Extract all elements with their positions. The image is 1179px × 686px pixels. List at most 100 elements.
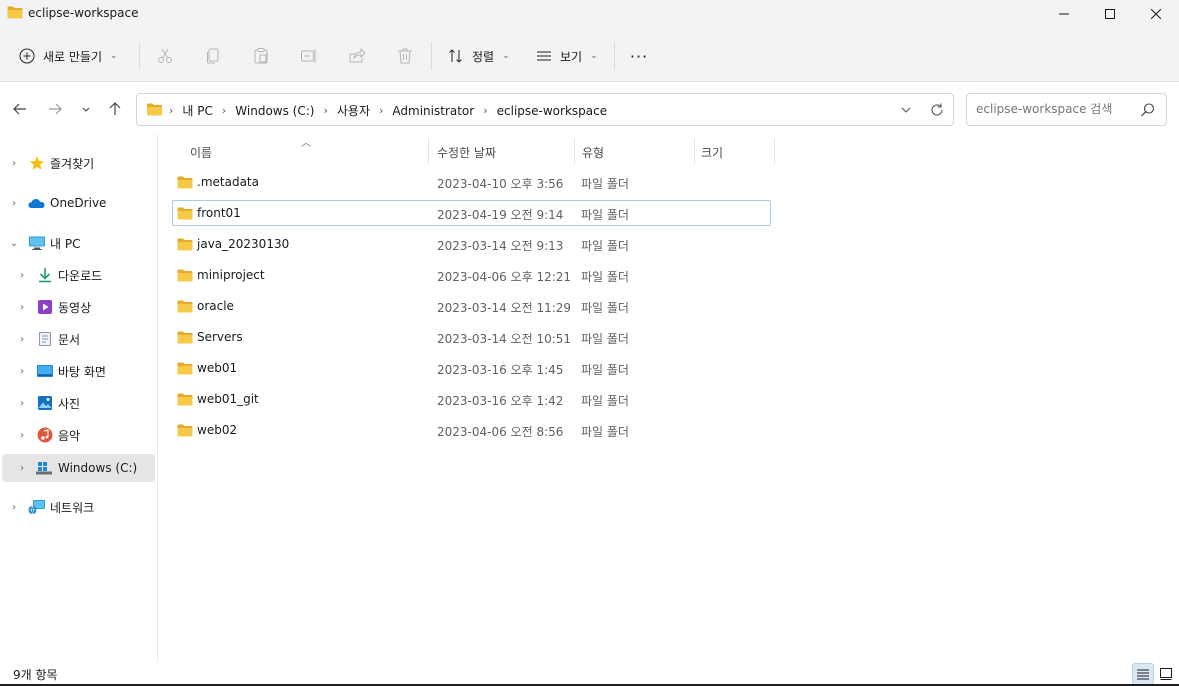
sidebar-item-videos[interactable]: › 동영상 bbox=[2, 293, 155, 321]
breadcrumb-item[interactable]: Administrator bbox=[392, 104, 474, 118]
chevron-right-icon[interactable]: › bbox=[16, 397, 28, 409]
close-icon bbox=[1151, 9, 1161, 19]
chevron-right-icon[interactable]: › bbox=[16, 333, 28, 345]
chevron-right-icon[interactable]: › bbox=[8, 501, 20, 513]
forward-button[interactable] bbox=[43, 96, 67, 122]
column-divider[interactable] bbox=[694, 138, 695, 164]
file-date: 2023-03-14 오전 10:51 bbox=[437, 332, 572, 346]
list-view-icon bbox=[537, 51, 551, 61]
chevron-right-icon[interactable]: › bbox=[16, 462, 28, 474]
file-row[interactable]: Servers 2023-03-14 오전 10:51 파일 폴더 bbox=[172, 324, 771, 350]
folder-icon bbox=[146, 103, 163, 116]
column-header-type[interactable]: 유형 bbox=[582, 140, 692, 164]
sort-button[interactable]: 정렬 ⌄ bbox=[442, 42, 516, 70]
search-input[interactable] bbox=[976, 102, 1136, 116]
sidebar-item-network[interactable]: › 네트워크 bbox=[2, 493, 155, 521]
column-divider[interactable] bbox=[774, 138, 775, 164]
view-button[interactable]: 보기 ⌄ bbox=[530, 42, 604, 70]
recent-locations-button[interactable] bbox=[74, 96, 98, 122]
chevron-right-icon[interactable]: › bbox=[8, 197, 20, 209]
toolbar-divider bbox=[614, 42, 615, 70]
breadcrumb-item[interactable]: 사용자 bbox=[337, 102, 370, 119]
more-options-button[interactable]: ··· bbox=[624, 42, 654, 70]
more-icon: ··· bbox=[629, 46, 649, 66]
cut-button[interactable] bbox=[154, 45, 176, 67]
sidebar-item-onedrive[interactable]: › OneDrive bbox=[2, 189, 155, 217]
sidebar-item-desktop[interactable]: › 바탕 화면 bbox=[2, 357, 155, 385]
file-type: 파일 폴더 bbox=[581, 177, 629, 191]
sidebar-item-favorites[interactable]: › 즐겨찾기 bbox=[2, 149, 155, 177]
sidebar-item-documents[interactable]: › 문서 bbox=[2, 325, 155, 353]
sidebar-item-label: 문서 bbox=[58, 332, 81, 347]
file-date: 2023-04-10 오후 3:56 bbox=[437, 177, 564, 191]
file-row[interactable]: java_20230130 2023-03-14 오전 9:13 파일 폴더 bbox=[172, 231, 771, 257]
search-box[interactable] bbox=[966, 93, 1167, 126]
file-row[interactable]: miniproject 2023-04-06 오후 12:21 파일 폴더 bbox=[172, 262, 771, 288]
file-row[interactable]: front01 2023-04-19 오전 9:14 파일 폴더 bbox=[172, 200, 771, 226]
chevron-right-icon[interactable]: › bbox=[16, 365, 28, 377]
delete-button[interactable] bbox=[394, 45, 416, 67]
sort-icon bbox=[449, 49, 462, 63]
minimize-icon bbox=[1059, 13, 1069, 15]
trash-icon bbox=[398, 48, 412, 64]
sidebar-item-this-pc[interactable]: ⌄ 내 PC bbox=[2, 229, 155, 257]
chevron-right-icon[interactable]: › bbox=[8, 157, 20, 169]
view-button-label: 보기 bbox=[560, 49, 583, 64]
chevron-down-icon bbox=[901, 107, 911, 113]
sidebar-item-music[interactable]: › 음악 bbox=[2, 421, 155, 449]
copy-button[interactable] bbox=[202, 45, 224, 67]
file-name: front01 bbox=[197, 206, 241, 220]
folder-icon bbox=[177, 331, 193, 344]
file-row[interactable]: web01 2023-03-16 오후 1:45 파일 폴더 bbox=[172, 355, 771, 381]
new-button-label: 새로 만들기 bbox=[43, 49, 103, 64]
refresh-button[interactable] bbox=[927, 100, 947, 120]
up-button[interactable] bbox=[103, 96, 127, 122]
chevron-down-icon[interactable]: ⌄ bbox=[8, 237, 20, 249]
chevron-right-icon[interactable]: › bbox=[16, 269, 28, 281]
close-button[interactable] bbox=[1133, 0, 1179, 28]
maximize-button[interactable] bbox=[1087, 0, 1133, 28]
arrow-right-icon bbox=[49, 103, 62, 115]
paste-button[interactable] bbox=[250, 45, 272, 67]
details-view-button[interactable] bbox=[1132, 663, 1154, 685]
share-button[interactable] bbox=[346, 45, 368, 67]
breadcrumb-item[interactable]: eclipse-workspace bbox=[497, 104, 607, 118]
file-name: miniproject bbox=[197, 268, 265, 282]
folder-icon bbox=[177, 176, 193, 189]
column-divider[interactable] bbox=[428, 138, 429, 164]
address-bar[interactable]: › 내 PC › Windows (C:) › 사용자 › Administra… bbox=[136, 93, 954, 126]
column-header-date[interactable]: 수정한 날짜 bbox=[437, 140, 571, 164]
folder-icon bbox=[177, 393, 193, 406]
minimize-button[interactable] bbox=[1041, 0, 1087, 28]
file-type: 파일 폴더 bbox=[581, 425, 629, 439]
rename-icon bbox=[301, 49, 316, 63]
chevron-right-icon: › bbox=[483, 104, 488, 117]
column-header-name[interactable]: 이름 bbox=[190, 140, 428, 164]
rename-button[interactable] bbox=[298, 45, 320, 67]
chevron-right-icon[interactable]: › bbox=[16, 301, 28, 313]
file-name: Servers bbox=[197, 330, 243, 344]
sidebar-item-windows-c[interactable]: › Windows (C:) bbox=[2, 454, 155, 482]
file-row[interactable]: web02 2023-04-06 오전 8:56 파일 폴더 bbox=[172, 417, 771, 443]
music-icon bbox=[36, 426, 54, 444]
chevron-right-icon[interactable]: › bbox=[16, 429, 28, 441]
breadcrumb-item[interactable]: Windows (C:) bbox=[235, 104, 314, 118]
breadcrumb-item[interactable]: 내 PC bbox=[182, 102, 212, 119]
file-name: .metadata bbox=[197, 175, 259, 189]
sidebar-item-pictures[interactable]: › 사진 bbox=[2, 389, 155, 417]
arrow-up-icon bbox=[109, 102, 121, 115]
column-divider[interactable] bbox=[574, 138, 575, 164]
file-date: 2023-03-14 오전 11:29 bbox=[437, 301, 572, 315]
back-button[interactable] bbox=[8, 96, 32, 122]
sidebar-item-downloads[interactable]: › 다운로드 bbox=[2, 261, 155, 289]
file-row[interactable]: web01_git 2023-03-16 오후 1:42 파일 폴더 bbox=[172, 386, 771, 412]
large-icons-view-button[interactable] bbox=[1155, 663, 1177, 685]
file-row[interactable]: .metadata 2023-04-10 오후 3:56 파일 폴더 bbox=[172, 169, 771, 195]
address-history-button[interactable] bbox=[897, 101, 915, 119]
new-button[interactable]: 새로 만들기 ⌄ bbox=[12, 42, 130, 70]
picture-icon bbox=[36, 394, 54, 412]
chevron-down-icon: ⌄ bbox=[110, 51, 118, 61]
column-header-size[interactable]: 크기 bbox=[701, 140, 771, 164]
item-count: 9개 항목 bbox=[13, 668, 58, 682]
file-row[interactable]: oracle 2023-03-14 오전 11:29 파일 폴더 bbox=[172, 293, 771, 319]
